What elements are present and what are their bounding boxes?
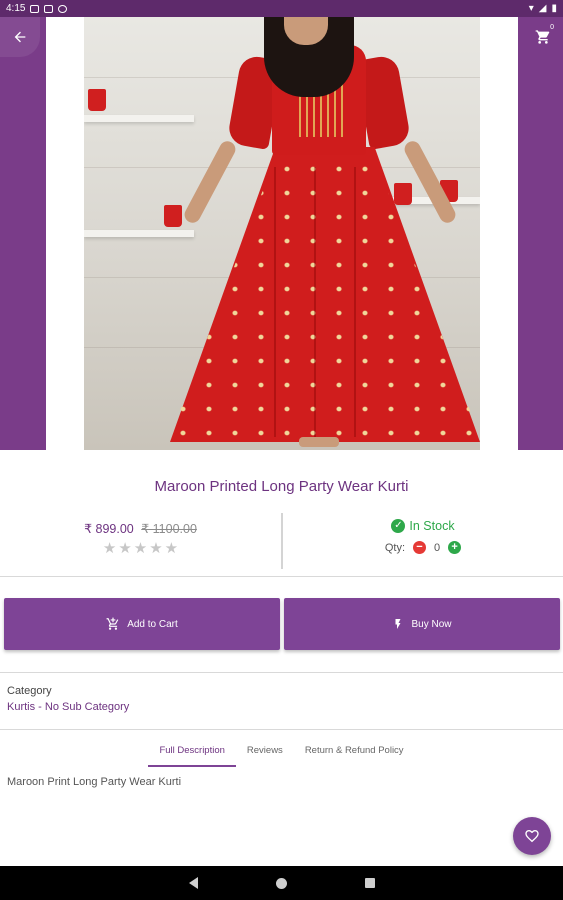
price: ₹ 899.00	[84, 522, 134, 536]
cart-count-badge: 0	[550, 24, 554, 31]
divider	[0, 672, 563, 673]
stock-status: ✓ In Stock	[391, 519, 455, 533]
star-icon[interactable]: ★	[103, 541, 116, 556]
arrow-left-icon	[14, 31, 26, 43]
heart-icon	[525, 830, 539, 843]
product-description: Maroon Print Long Party Wear Kurti	[7, 776, 182, 788]
star-icon[interactable]: ★	[134, 541, 147, 556]
category-label: Category	[7, 685, 52, 697]
category-link[interactable]: Kurtis - No Sub Category	[7, 701, 129, 713]
cart-icon	[535, 30, 550, 44]
nav-back-icon[interactable]	[188, 877, 198, 889]
nav-home-icon[interactable]	[275, 877, 287, 889]
divider	[0, 576, 563, 577]
stock-column: ✓ In Stock Qty: − 0 +	[283, 506, 563, 576]
add-to-cart-label: Add to Cart	[127, 618, 178, 630]
tab-bar: Full Description Reviews Return & Refund…	[0, 740, 563, 767]
lightning-icon	[395, 619, 401, 629]
minus-icon[interactable]: −	[413, 541, 427, 554]
original-price: ₹ 1100.00	[141, 522, 197, 536]
star-icon[interactable]: ★	[118, 541, 131, 556]
tab-full-description[interactable]: Full Description	[148, 740, 237, 767]
action-buttons: Add to Cart Buy Now	[4, 598, 560, 650]
quantity-stepper: Qty: − 0 +	[283, 541, 563, 554]
price-column: ₹ 899.00 ₹ 1100.00 ★ ★ ★ ★ ★	[0, 506, 281, 576]
star-icon[interactable]: ★	[149, 541, 162, 556]
divider	[0, 729, 563, 730]
add-cart-icon	[106, 617, 119, 630]
wishlist-button[interactable]	[513, 817, 551, 855]
plus-icon[interactable]: +	[448, 541, 462, 554]
product-image-area[interactable]: 0	[0, 17, 563, 450]
notification-icon	[44, 4, 54, 13]
stock-status-text: In Stock	[409, 519, 455, 533]
system-navigation-bar	[0, 866, 563, 900]
tab-reviews[interactable]: Reviews	[236, 740, 294, 767]
nav-recent-apps-icon[interactable]	[364, 878, 375, 888]
add-to-cart-button[interactable]: Add to Cart	[4, 598, 280, 650]
product-image-frame	[46, 17, 518, 450]
product-title: Maroon Printed Long Party Wear Kurti	[154, 478, 409, 495]
battery-icon: ▮	[551, 3, 557, 14]
status-time: 4:15	[6, 3, 26, 14]
qty-label: Qty:	[384, 541, 406, 554]
wifi-icon: ▾	[528, 3, 534, 14]
cart-button[interactable]: 0	[531, 24, 555, 49]
tab-return-refund-policy[interactable]: Return & Refund Policy	[294, 740, 415, 767]
notification-icon	[30, 4, 40, 13]
check-circle-icon: ✓	[391, 519, 406, 533]
signal-icon: ◢	[538, 3, 547, 14]
qty-value: 0	[434, 541, 441, 554]
star-icon[interactable]: ★	[165, 541, 178, 556]
product-image[interactable]	[84, 17, 480, 450]
category-section: Category Kurtis - No Sub Category	[7, 685, 129, 713]
notification-icon	[58, 4, 68, 13]
buy-now-label: Buy Now	[411, 618, 452, 630]
price-stock-section: ₹ 899.00 ₹ 1100.00 ★ ★ ★ ★ ★ ✓ In Stock Qty:…	[0, 506, 563, 576]
back-button[interactable]	[0, 17, 40, 57]
buy-now-button[interactable]: Buy Now	[284, 598, 560, 650]
rating-stars[interactable]: ★ ★ ★ ★ ★	[0, 541, 281, 556]
status-bar: 4:15 ▾ ◢ ▮	[0, 0, 563, 17]
